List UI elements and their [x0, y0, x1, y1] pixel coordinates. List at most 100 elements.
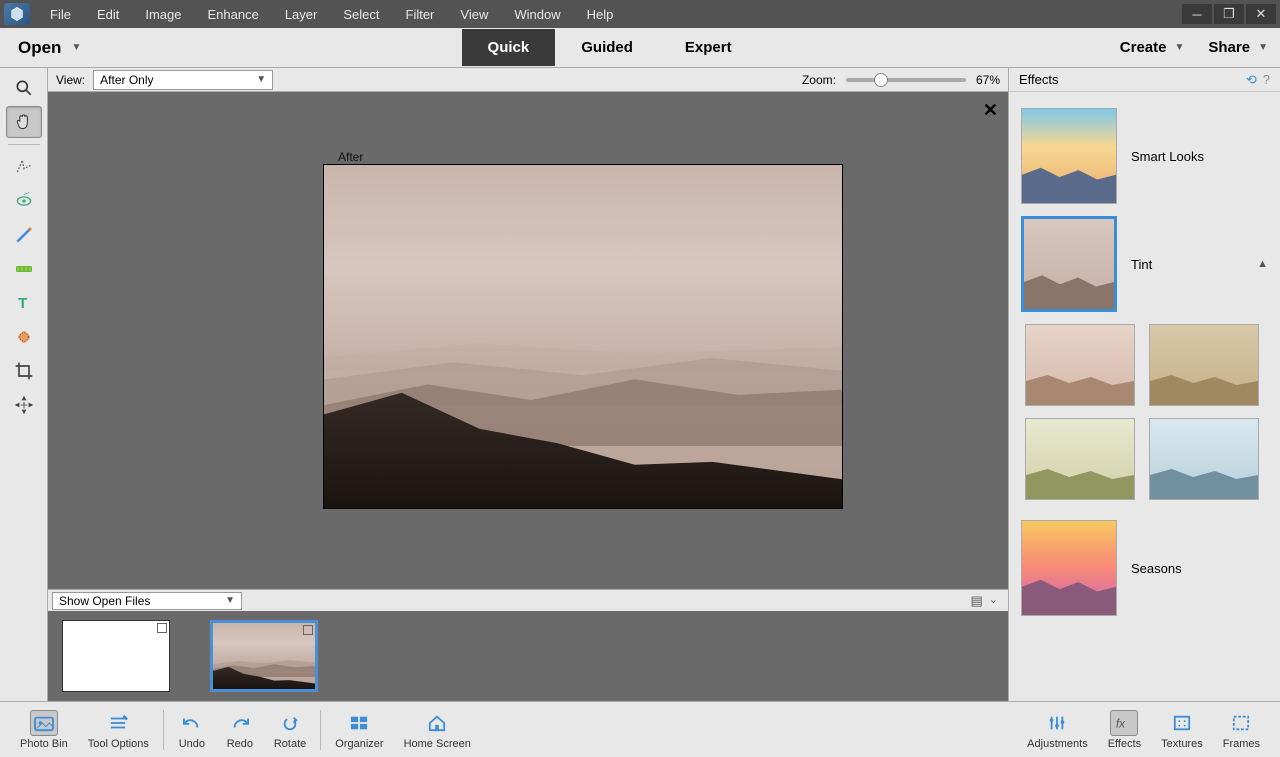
after-label: After: [338, 150, 363, 164]
undo-button[interactable]: Undo: [168, 710, 216, 750]
help-icon[interactable]: ?: [1263, 72, 1270, 88]
bin-menu-icon[interactable]: ▤: [970, 593, 982, 609]
close-document-button[interactable]: ✕: [983, 100, 998, 121]
left-toolbar: T: [0, 68, 48, 701]
effect-category-tint[interactable]: Tint ▲: [1017, 210, 1272, 318]
photo-bin-label: Photo Bin: [20, 738, 68, 750]
tint-variant-4[interactable]: [1149, 418, 1259, 500]
textures-button[interactable]: Textures: [1151, 710, 1213, 750]
undo-label: Undo: [179, 738, 205, 750]
bin-thumb-1[interactable]: [62, 620, 170, 692]
menu-bar: File Edit Image Enhance Layer Select Fil…: [0, 0, 1280, 28]
crop-tool[interactable]: [6, 355, 42, 387]
zoom-slider[interactable]: [846, 78, 966, 82]
zoom-label: Zoom:: [802, 73, 836, 87]
adjustments-button[interactable]: Adjustments: [1017, 710, 1098, 750]
redo-button[interactable]: Redo: [216, 710, 264, 750]
menu-file[interactable]: File: [38, 3, 83, 26]
menu-select[interactable]: Select: [331, 3, 391, 26]
tab-quick[interactable]: Quick: [462, 29, 556, 66]
tint-label: Tint: [1131, 257, 1152, 272]
zoom-value: 67%: [976, 73, 1000, 87]
maximize-button[interactable]: ❐: [1214, 4, 1244, 24]
zoom-thumb[interactable]: [874, 73, 888, 87]
menu-image[interactable]: Image: [133, 3, 193, 26]
bin-collapse-icon[interactable]: ⌄: [989, 593, 998, 609]
bin-thumb-2[interactable]: [210, 620, 318, 692]
mode-right-actions: Create ▼ Share ▼: [1120, 39, 1280, 56]
home-screen-label: Home Screen: [404, 738, 471, 750]
straighten-tool[interactable]: [6, 253, 42, 285]
seasons-label: Seasons: [1131, 561, 1182, 576]
smart-looks-thumb[interactable]: [1021, 108, 1117, 204]
quick-select-tool[interactable]: [6, 151, 42, 183]
effect-category-smart-looks[interactable]: Smart Looks: [1017, 102, 1272, 210]
smart-looks-label: Smart Looks: [1131, 149, 1204, 164]
menu-items: File Edit Image Enhance Layer Select Fil…: [38, 3, 1182, 26]
menu-help[interactable]: Help: [575, 3, 626, 26]
frames-button[interactable]: Frames: [1213, 710, 1270, 750]
svg-text:fx: fx: [1116, 717, 1126, 730]
organizer-button[interactable]: Organizer: [325, 710, 393, 750]
tint-variants: [1017, 318, 1272, 514]
bin-select[interactable]: Show Open Files ▼: [52, 592, 242, 610]
main-area: T View: After Only ▼ Zoom: 67%: [0, 68, 1280, 701]
effects-body: Smart Looks Tint ▲: [1009, 92, 1280, 701]
seasons-thumb[interactable]: [1021, 520, 1117, 616]
zoom-tool[interactable]: [6, 72, 42, 104]
close-button[interactable]: ✕: [1246, 4, 1276, 24]
open-button[interactable]: Open ▼: [0, 38, 99, 58]
photo-bin-bar: Show Open Files ▼ ▤ ⌄: [48, 589, 1008, 611]
photo-preview[interactable]: [323, 164, 843, 509]
tint-variant-2[interactable]: [1149, 324, 1259, 406]
redo-label: Redo: [227, 738, 253, 750]
tool-options-label: Tool Options: [88, 738, 149, 750]
tab-guided[interactable]: Guided: [555, 29, 659, 66]
view-select[interactable]: After Only ▼: [93, 70, 273, 90]
hand-tool[interactable]: [6, 106, 42, 138]
mode-tabs: Quick Guided Expert: [462, 29, 758, 66]
whiten-teeth-tool[interactable]: [6, 219, 42, 251]
collapse-icon[interactable]: ▲: [1257, 258, 1268, 270]
rotate-label: Rotate: [274, 738, 306, 750]
photo-bin: [48, 611, 1008, 701]
tint-thumb[interactable]: [1021, 216, 1117, 312]
caret-down-icon: ▼: [1174, 42, 1184, 53]
organizer-label: Organizer: [335, 738, 383, 750]
tool-options-button[interactable]: Tool Options: [78, 710, 159, 750]
photo-bin-button[interactable]: Photo Bin: [10, 710, 78, 750]
home-screen-button[interactable]: Home Screen: [394, 710, 481, 750]
view-label: View:: [56, 73, 85, 87]
frames-label: Frames: [1223, 738, 1260, 750]
menu-layer[interactable]: Layer: [273, 3, 330, 26]
move-tool[interactable]: [6, 389, 42, 421]
canvas-column: View: After Only ▼ Zoom: 67% ✕ After: [48, 68, 1008, 701]
menu-filter[interactable]: Filter: [394, 3, 447, 26]
caret-down-icon: ▼: [225, 595, 235, 606]
open-label: Open: [18, 38, 61, 58]
menu-edit[interactable]: Edit: [85, 3, 131, 26]
type-tool[interactable]: T: [6, 287, 42, 319]
effect-category-seasons[interactable]: Seasons: [1017, 514, 1272, 622]
spot-heal-tool[interactable]: [6, 321, 42, 353]
eye-tool[interactable]: [6, 185, 42, 217]
reset-icon[interactable]: ⟲: [1246, 72, 1257, 88]
menu-enhance[interactable]: Enhance: [196, 3, 271, 26]
tab-expert[interactable]: Expert: [659, 29, 758, 66]
app-logo-icon: [4, 3, 30, 25]
rotate-button[interactable]: Rotate: [264, 710, 316, 750]
menu-view[interactable]: View: [448, 3, 500, 26]
effects-button[interactable]: fx Effects: [1098, 710, 1151, 750]
minimize-button[interactable]: ─: [1182, 4, 1212, 24]
share-button[interactable]: Share ▼: [1208, 39, 1268, 56]
tint-variant-1[interactable]: [1025, 324, 1135, 406]
menu-window[interactable]: Window: [502, 3, 572, 26]
svg-text:T: T: [18, 295, 27, 312]
mode-bar: Open ▼ Quick Guided Expert Create ▼ Shar…: [0, 28, 1280, 68]
canvas: ✕ After: [48, 92, 1008, 589]
tint-variant-3[interactable]: [1025, 418, 1135, 500]
caret-down-icon: ▼: [256, 74, 266, 85]
bin-select-value: Show Open Files: [59, 594, 150, 608]
caret-down-icon: ▼: [71, 42, 81, 53]
create-button[interactable]: Create ▼: [1120, 39, 1185, 56]
